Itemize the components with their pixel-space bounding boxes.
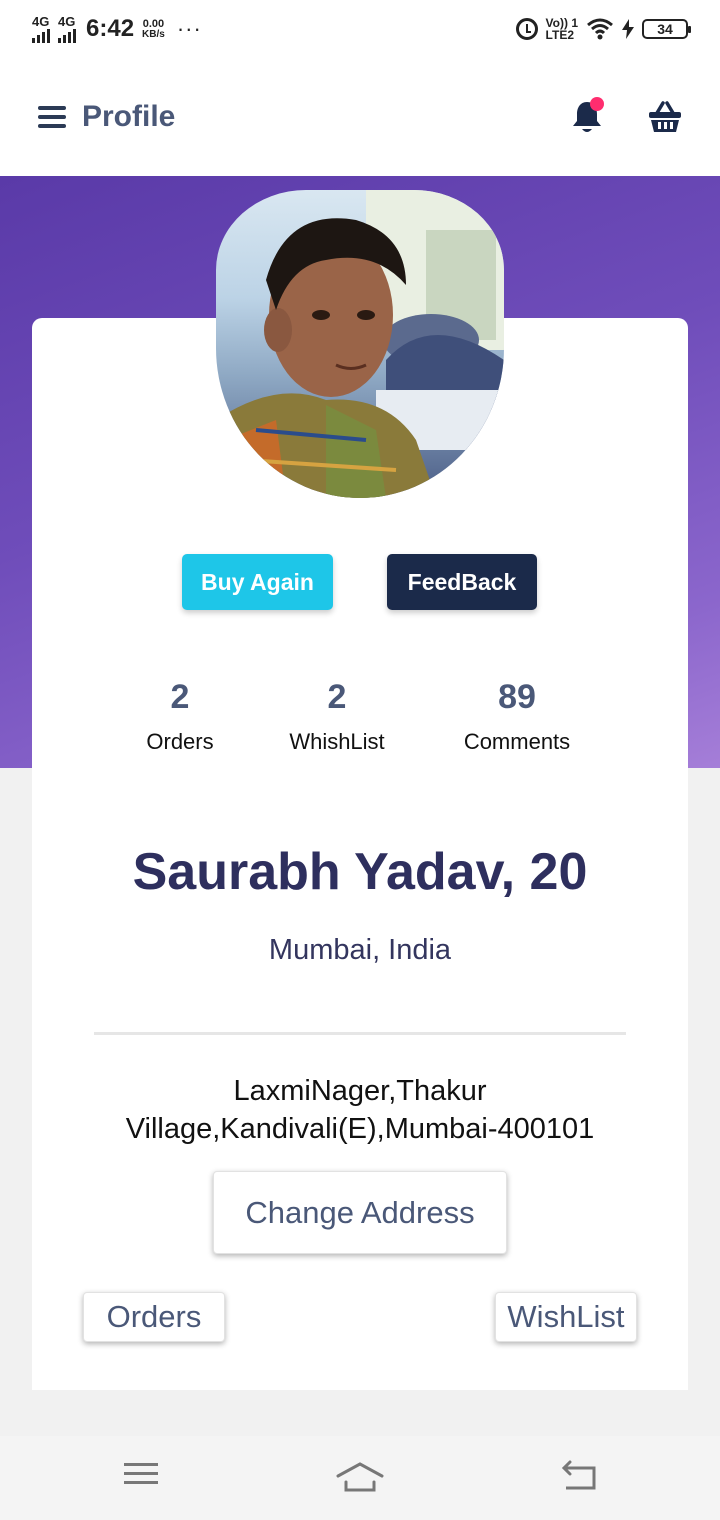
header-actions (570, 97, 682, 135)
network-type-2: 4G (58, 14, 76, 29)
signal-2: 4G (58, 15, 76, 43)
speed-unit: KB/s (142, 28, 165, 40)
speed-value: 0.00 (142, 17, 165, 30)
status-left: 4G 4G 6:42 0.00 KB/s ··· (32, 15, 202, 43)
stat-value: 89 (498, 678, 536, 716)
orders-button[interactable]: Orders (83, 1292, 225, 1342)
alarm-icon (515, 18, 538, 40)
divider (94, 1032, 626, 1035)
avatar-photo (216, 190, 504, 498)
profile-stats: 2 Orders 2 WhishList 89 Comments (0, 678, 720, 778)
signal-bars-icon (58, 29, 76, 43)
stat-value: 2 (327, 678, 347, 716)
menu-icon[interactable] (124, 1460, 158, 1488)
network-speed: 0.00 KB/s (142, 17, 165, 40)
stat-value: 2 (170, 678, 190, 716)
stat-comments[interactable]: 89 Comments (447, 678, 587, 755)
profile-avatar[interactable] (216, 190, 504, 498)
stat-wishlist[interactable]: 2 WhishList (277, 678, 397, 755)
charging-bolt-icon (622, 19, 634, 39)
back-icon[interactable] (560, 1460, 598, 1492)
stat-label: WhishList (289, 729, 385, 754)
stat-label: Orders (146, 729, 214, 754)
status-bar: 4G 4G 6:42 0.00 KB/s ··· Vo)) 1 LTE2 34 (0, 0, 720, 58)
change-address-button[interactable]: Change Address (213, 1171, 507, 1254)
hamburger-icon[interactable] (38, 106, 66, 128)
volte-indicator: Vo)) 1 LTE2 (546, 17, 578, 41)
network-type-1: 4G (32, 14, 50, 29)
battery-icon: 34 (642, 19, 691, 39)
stat-orders[interactable]: 2 Orders (120, 678, 240, 755)
signal-bars-icon (32, 29, 50, 43)
notification-badge (590, 97, 604, 111)
stat-label: Comments (463, 729, 571, 754)
profile-address: LaxmiNager,Thakur Village,Kandivali(E),M… (80, 1072, 640, 1148)
buy-again-button[interactable]: Buy Again (182, 554, 333, 610)
cart-button[interactable] (648, 100, 682, 134)
volte-bottom: LTE2 (545, 28, 574, 42)
feedback-button[interactable]: FeedBack (387, 554, 537, 610)
signal-1: 4G (32, 15, 50, 43)
profile-location: Mumbai, India (268, 934, 452, 966)
address-line-1: LaxmiNager,Thakur (233, 1075, 487, 1107)
basket-icon (649, 101, 681, 132)
wifi-icon (587, 18, 613, 40)
clock: 6:42 (86, 15, 135, 42)
battery-level: 34 (657, 21, 673, 37)
profile-name: Saurabh Yadav, 20 (132, 843, 588, 901)
page-title: Profile (82, 100, 176, 133)
home-icon[interactable] (336, 1460, 384, 1494)
wishlist-button[interactable]: WishList (495, 1292, 637, 1342)
notifications-button[interactable] (570, 97, 604, 135)
more-notifications-icon: ··· (176, 16, 202, 41)
address-line-2: Village,Kandivali(E),Mumbai-400101 (125, 1113, 595, 1145)
app-header: Profile (0, 58, 720, 176)
system-nav-bar (0, 1436, 720, 1520)
status-right: Vo)) 1 LTE2 34 (515, 17, 691, 41)
